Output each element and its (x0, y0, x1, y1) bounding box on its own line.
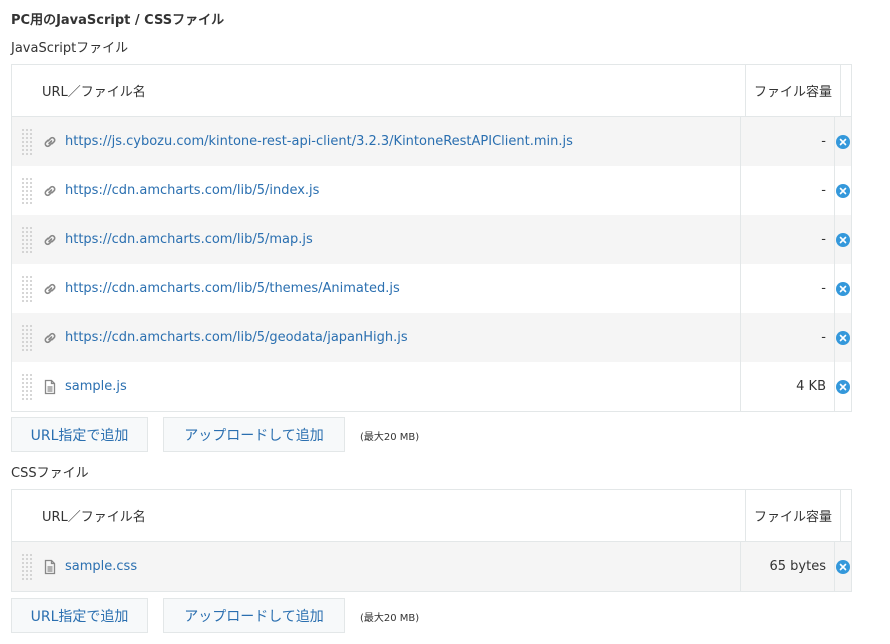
css-header-delete-col (841, 490, 851, 541)
js-row-name-cell: https://cdn.amcharts.com/lib/5/geodata/j… (12, 313, 741, 362)
drag-handle-icon[interactable] (20, 128, 34, 156)
js-file-link[interactable]: https://js.cybozu.com/kintone-rest-api-c… (65, 134, 573, 149)
js-row-name-cell: https://cdn.amcharts.com/lib/5/index.js (12, 166, 741, 215)
js-section-label: JavaScriptファイル (11, 41, 129, 56)
js-table-body: https://js.cybozu.com/kintone-rest-api-c… (12, 117, 851, 411)
js-file-link[interactable]: sample.js (65, 379, 127, 394)
delete-icon[interactable] (835, 559, 851, 575)
js-file-size: - (741, 215, 835, 264)
js-row-name-cell: sample.js (12, 362, 741, 411)
js-header-name: URL／ファイル名 (12, 65, 746, 116)
js-row-name-cell: https://cdn.amcharts.com/lib/5/map.js (12, 215, 741, 264)
js-table-header: URL／ファイル名 ファイル容量 (12, 65, 851, 117)
css-table-row: sample.css 65 bytes (12, 542, 851, 591)
js-table-row: https://cdn.amcharts.com/lib/5/index.js - (12, 166, 851, 215)
js-file-link[interactable]: https://cdn.amcharts.com/lib/5/map.js (65, 232, 313, 247)
drag-handle-icon[interactable] (20, 226, 34, 254)
js-file-size: - (741, 264, 835, 313)
css-row-name-cell: sample.css (12, 542, 741, 591)
js-header-delete-col (841, 65, 851, 116)
js-file-size: - (741, 313, 835, 362)
css-table-header: URL／ファイル名 ファイル容量 (12, 490, 851, 542)
delete-icon[interactable] (835, 330, 851, 346)
js-add-url-button[interactable]: URL指定で追加 (11, 417, 148, 452)
js-table-row: https://cdn.amcharts.com/lib/5/themes/An… (12, 264, 851, 313)
drag-handle-icon[interactable] (20, 177, 34, 205)
css-file-link[interactable]: sample.css (65, 559, 137, 574)
js-row-delete-cell (835, 215, 851, 264)
js-row-name-cell: https://cdn.amcharts.com/lib/5/themes/An… (12, 264, 741, 313)
css-row-delete-cell (835, 542, 851, 591)
js-file-table: URL／ファイル名 ファイル容量 https://js.cybozu.com/k… (11, 64, 852, 412)
delete-icon[interactable] (835, 232, 851, 248)
link-icon (42, 183, 58, 199)
js-file-link[interactable]: https://cdn.amcharts.com/lib/5/themes/An… (65, 281, 400, 296)
link-icon (42, 232, 58, 248)
js-row-delete-cell (835, 117, 851, 166)
link-icon (42, 134, 58, 150)
drag-handle-icon[interactable] (20, 324, 34, 352)
js-table-row: https://js.cybozu.com/kintone-rest-api-c… (12, 117, 851, 166)
css-table-body: sample.css 65 bytes (12, 542, 851, 591)
delete-icon[interactable] (835, 134, 851, 150)
js-table-row: https://cdn.amcharts.com/lib/5/geodata/j… (12, 313, 851, 362)
js-row-delete-cell (835, 362, 851, 411)
js-row-name-cell: https://js.cybozu.com/kintone-rest-api-c… (12, 117, 741, 166)
js-file-size: - (741, 166, 835, 215)
js-header-size: ファイル容量 (746, 65, 841, 116)
link-icon (42, 281, 58, 297)
css-max-size-note: (最大20 MB) (360, 613, 420, 624)
css-upload-button[interactable]: アップロードして追加 (163, 598, 345, 633)
js-file-link[interactable]: https://cdn.amcharts.com/lib/5/index.js (65, 183, 319, 198)
delete-icon[interactable] (835, 183, 851, 199)
drag-handle-icon[interactable] (20, 373, 34, 401)
file-icon (42, 559, 58, 575)
css-add-url-button[interactable]: URL指定で追加 (11, 598, 148, 633)
js-table-row: sample.js 4 KB (12, 362, 851, 411)
file-icon (42, 379, 58, 395)
js-row-delete-cell (835, 166, 851, 215)
delete-icon[interactable] (835, 281, 851, 297)
drag-handle-icon[interactable] (20, 275, 34, 303)
js-upload-button[interactable]: アップロードして追加 (163, 417, 345, 452)
js-file-size: 4 KB (741, 362, 835, 411)
css-file-table: URL／ファイル名 ファイル容量 sample.css 65 bytes (11, 489, 852, 592)
css-header-name: URL／ファイル名 (12, 490, 746, 541)
js-row-delete-cell (835, 264, 851, 313)
js-table-row: https://cdn.amcharts.com/lib/5/map.js - (12, 215, 851, 264)
link-icon (42, 330, 58, 346)
css-file-size: 65 bytes (741, 542, 835, 591)
delete-icon[interactable] (835, 379, 851, 395)
page-title: PC用のJavaScript / CSSファイル (11, 13, 225, 28)
js-file-link[interactable]: https://cdn.amcharts.com/lib/5/geodata/j… (65, 330, 408, 345)
drag-handle-icon[interactable] (20, 553, 34, 581)
js-file-size: - (741, 117, 835, 166)
css-header-size: ファイル容量 (746, 490, 841, 541)
js-row-delete-cell (835, 313, 851, 362)
css-section-label: CSSファイル (11, 466, 89, 481)
js-max-size-note: (最大20 MB) (360, 432, 420, 443)
